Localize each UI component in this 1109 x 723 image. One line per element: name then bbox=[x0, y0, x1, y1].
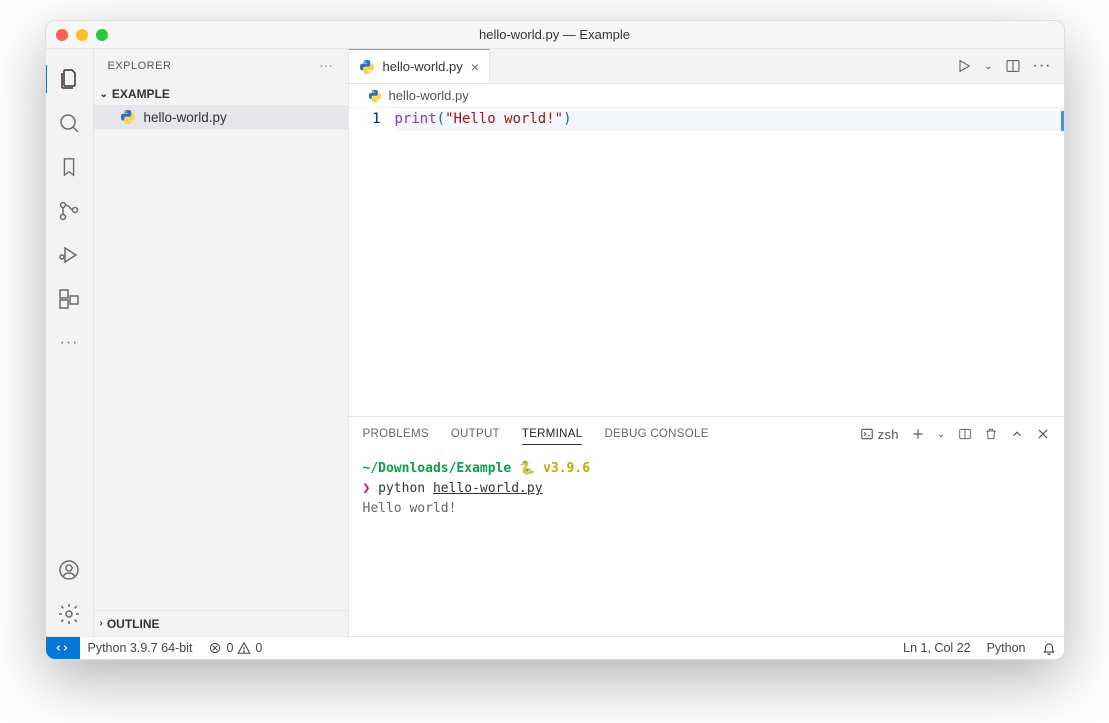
warning-count: 0 bbox=[255, 641, 262, 655]
minimize-window-button[interactable] bbox=[76, 29, 88, 41]
activity-bar: ··· bbox=[46, 49, 94, 636]
activity-run-debug[interactable] bbox=[45, 233, 93, 277]
split-editor-button[interactable] bbox=[1005, 58, 1021, 74]
code-line: print("Hello world!") bbox=[395, 111, 1064, 131]
snake-emoji: 🐍 bbox=[519, 461, 535, 476]
terminal-icon bbox=[860, 427, 874, 441]
explorer-sidebar: EXPLORER ··· ⌄ EXAMPLE hello-world.py › … bbox=[94, 49, 349, 636]
panel-tab-output[interactable]: OUTPUT bbox=[451, 424, 500, 444]
outline-section-header[interactable]: › OUTLINE bbox=[94, 610, 348, 636]
terminal-python-version: v3.9.6 bbox=[543, 461, 590, 476]
python-file-icon bbox=[120, 109, 136, 125]
split-terminal-button[interactable] bbox=[958, 427, 972, 441]
python-file-icon bbox=[367, 88, 383, 104]
outline-title: OUTLINE bbox=[107, 617, 160, 631]
cursor-position: Ln 1, Col 22 bbox=[903, 641, 970, 655]
explorer-more-button[interactable]: ··· bbox=[320, 60, 334, 72]
trash-icon bbox=[984, 427, 998, 441]
ellipsis-icon: ··· bbox=[60, 334, 79, 352]
terminal-prompt-symbol: ❯ bbox=[363, 481, 371, 496]
interpreter-label: Python 3.9.7 64-bit bbox=[88, 641, 193, 655]
close-window-button[interactable] bbox=[56, 29, 68, 41]
line-number: 1 bbox=[349, 111, 381, 127]
bell-icon bbox=[1042, 641, 1056, 655]
chevron-right-icon: › bbox=[100, 618, 103, 629]
window-controls bbox=[56, 29, 108, 41]
window-title: hello-world.py — Example bbox=[479, 27, 630, 42]
bookmark-icon bbox=[58, 156, 80, 178]
python-file-icon bbox=[359, 59, 375, 75]
editor-tab-active[interactable]: hello-world.py × bbox=[349, 49, 490, 83]
search-icon bbox=[57, 111, 81, 135]
problems-status-button[interactable]: 0 0 bbox=[200, 641, 270, 655]
error-count: 0 bbox=[226, 641, 233, 655]
close-icon bbox=[1036, 427, 1050, 441]
terminal-command: python bbox=[378, 481, 425, 496]
python-interpreter-button[interactable]: Python 3.9.7 64-bit bbox=[80, 641, 201, 655]
chevron-down-icon: ⌄ bbox=[100, 89, 108, 100]
titlebar: hello-world.py — Example bbox=[46, 21, 1064, 49]
file-name: hello-world.py bbox=[144, 110, 227, 125]
cursor-position-button[interactable]: Ln 1, Col 22 bbox=[895, 641, 978, 655]
extensions-icon bbox=[57, 287, 81, 311]
language-mode-button[interactable]: Python bbox=[979, 641, 1034, 655]
terminal-file-arg: hello-world.py bbox=[433, 481, 543, 496]
activity-search[interactable] bbox=[45, 101, 93, 145]
breadcrumb[interactable]: hello-world.py bbox=[349, 84, 1064, 108]
maximize-panel-button[interactable] bbox=[1010, 427, 1024, 441]
explorer-title: EXPLORER bbox=[108, 60, 172, 72]
plus-icon bbox=[911, 427, 925, 441]
activity-explorer[interactable] bbox=[45, 57, 93, 101]
activity-settings[interactable] bbox=[45, 592, 93, 636]
remote-icon bbox=[56, 641, 70, 655]
split-icon bbox=[958, 427, 972, 441]
tab-label: hello-world.py bbox=[383, 59, 463, 74]
split-icon bbox=[1005, 58, 1021, 74]
gear-icon bbox=[57, 602, 81, 626]
shell-name: zsh bbox=[878, 427, 899, 442]
panel-tab-problems[interactable]: PROBLEMS bbox=[363, 424, 429, 444]
files-icon bbox=[57, 67, 81, 91]
language-mode: Python bbox=[987, 641, 1026, 655]
chevron-up-icon bbox=[1010, 427, 1024, 441]
remote-button[interactable] bbox=[46, 637, 80, 659]
terminal-dropdown-button[interactable]: ⌄ bbox=[937, 429, 946, 440]
panel-tab-debug[interactable]: DEBUG CONSOLE bbox=[604, 424, 708, 444]
code-editor[interactable]: 1 print("Hello world!") bbox=[349, 108, 1064, 416]
activity-bookmark[interactable] bbox=[45, 145, 93, 189]
activity-accounts[interactable] bbox=[45, 548, 93, 592]
activity-source-control[interactable] bbox=[45, 189, 93, 233]
panel-tab-terminal[interactable]: TERMINAL bbox=[522, 424, 583, 445]
close-panel-button[interactable] bbox=[1036, 427, 1050, 441]
activity-more[interactable]: ··· bbox=[45, 321, 93, 365]
terminal-content[interactable]: ~/Downloads/Example 🐍 v3.9.6 ❯ python he… bbox=[349, 451, 1064, 636]
close-tab-button[interactable]: × bbox=[471, 59, 479, 75]
terminal-cwd: ~/Downloads/Example bbox=[363, 461, 512, 476]
source-control-icon bbox=[57, 199, 81, 223]
activity-extensions[interactable] bbox=[45, 277, 93, 321]
terminal-profile-button[interactable]: zsh bbox=[860, 427, 899, 442]
breadcrumb-file: hello-world.py bbox=[389, 88, 469, 103]
folder-name: EXAMPLE bbox=[112, 87, 170, 101]
vscode-window: hello-world.py — Example ··· bbox=[45, 20, 1065, 660]
warning-icon bbox=[237, 641, 251, 655]
kill-terminal-button[interactable] bbox=[984, 427, 998, 441]
file-tree-item[interactable]: hello-world.py bbox=[94, 105, 348, 129]
maximize-window-button[interactable] bbox=[96, 29, 108, 41]
new-terminal-button[interactable] bbox=[911, 427, 925, 441]
error-icon bbox=[208, 641, 222, 655]
debug-icon bbox=[57, 243, 81, 267]
bottom-panel: PROBLEMS OUTPUT TERMINAL DEBUG CONSOLE z… bbox=[349, 416, 1064, 636]
editor-more-button[interactable]: ··· bbox=[1033, 57, 1052, 75]
notifications-button[interactable] bbox=[1034, 641, 1064, 655]
explorer-folder-header[interactable]: ⌄ EXAMPLE bbox=[94, 83, 348, 105]
run-dropdown-button[interactable]: ⌄ bbox=[984, 61, 992, 72]
account-icon bbox=[57, 558, 81, 582]
play-icon bbox=[956, 58, 972, 74]
editor-tabs: hello-world.py × ⌄ ··· bbox=[349, 49, 1064, 84]
status-bar: Python 3.9.7 64-bit 0 0 Ln 1, Col 22 Pyt… bbox=[46, 636, 1064, 659]
terminal-output: Hello world! bbox=[363, 499, 1050, 519]
run-button[interactable] bbox=[956, 58, 972, 74]
